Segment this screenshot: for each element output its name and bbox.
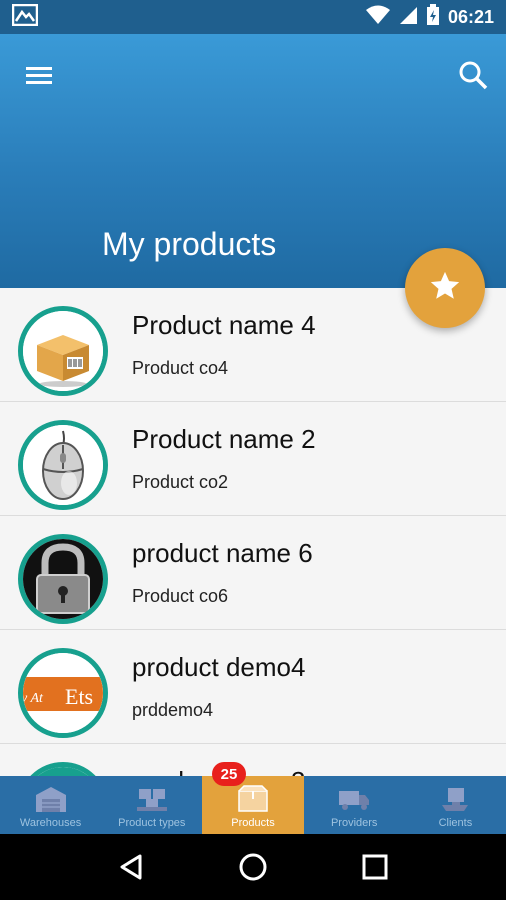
tab-label: Providers bbox=[330, 817, 378, 829]
product-list-item[interactable]: product name 6 Product co6 bbox=[0, 516, 506, 630]
page-title: My products bbox=[102, 226, 277, 262]
product-list-item[interactable]: Product name 2 Product co2 bbox=[0, 402, 506, 516]
product-image-etsy: y At Ets bbox=[18, 648, 108, 738]
product-name: Product name 2 bbox=[132, 424, 316, 454]
product-name: product demo4 bbox=[132, 652, 306, 682]
tab-clients[interactable]: Clients bbox=[405, 776, 506, 834]
product-image bbox=[18, 762, 108, 776]
product-name: Product name 4 bbox=[132, 310, 316, 340]
product-image-mouse bbox=[18, 420, 108, 510]
product-image-box bbox=[18, 306, 108, 396]
product-list-item[interactable]: product demo3 bbox=[0, 744, 506, 776]
signal-icon bbox=[398, 5, 418, 29]
svg-text:y At: y At bbox=[23, 691, 44, 706]
battery-charging-icon bbox=[426, 4, 440, 30]
tab-label: Products bbox=[231, 817, 275, 829]
product-image-padlock bbox=[18, 534, 108, 624]
product-list: Product name 4 Product co4 Product name … bbox=[0, 288, 506, 776]
favorite-fab-button[interactable] bbox=[405, 248, 485, 328]
product-name: product name 6 bbox=[132, 538, 313, 568]
truck-icon bbox=[337, 785, 371, 813]
status-time: 06:21 bbox=[447, 6, 494, 27]
delivery-icon bbox=[438, 785, 472, 813]
back-icon[interactable] bbox=[111, 847, 151, 887]
status-bar: 06:21 bbox=[0, 0, 506, 34]
gallery-notification-icon bbox=[11, 3, 39, 30]
search-icon[interactable] bbox=[456, 58, 492, 94]
tab-label: Product types bbox=[118, 817, 186, 829]
product-list-item[interactable]: y At Ets product demo4 prddemo4 bbox=[0, 630, 506, 744]
star-icon bbox=[428, 269, 462, 307]
tab-warehouses[interactable]: Warehouses bbox=[0, 776, 101, 834]
tab-providers[interactable]: Providers bbox=[304, 776, 405, 834]
box-icon bbox=[236, 785, 270, 813]
home-icon[interactable] bbox=[233, 847, 273, 887]
svg-text:Ets: Ets bbox=[65, 684, 93, 709]
tab-label: Clients bbox=[438, 817, 473, 829]
product-code: Product co6 bbox=[132, 586, 229, 606]
product-code: Product co2 bbox=[132, 472, 229, 492]
products-count-badge: 25 bbox=[212, 762, 246, 786]
product-code: prddemo4 bbox=[132, 700, 214, 720]
tab-label: Warehouses bbox=[19, 817, 82, 829]
system-navigation-bar bbox=[0, 834, 506, 900]
tab-product-types[interactable]: Product types bbox=[101, 776, 202, 834]
bottom-navigation: Warehouses Product types Products Provid… bbox=[0, 776, 506, 834]
product-code: Product co4 bbox=[132, 358, 229, 378]
wifi-icon bbox=[365, 5, 390, 29]
recents-icon[interactable] bbox=[355, 847, 395, 887]
hamburger-menu-icon[interactable] bbox=[24, 62, 56, 90]
warehouse-icon bbox=[34, 785, 68, 813]
pallet-icon bbox=[135, 785, 169, 813]
